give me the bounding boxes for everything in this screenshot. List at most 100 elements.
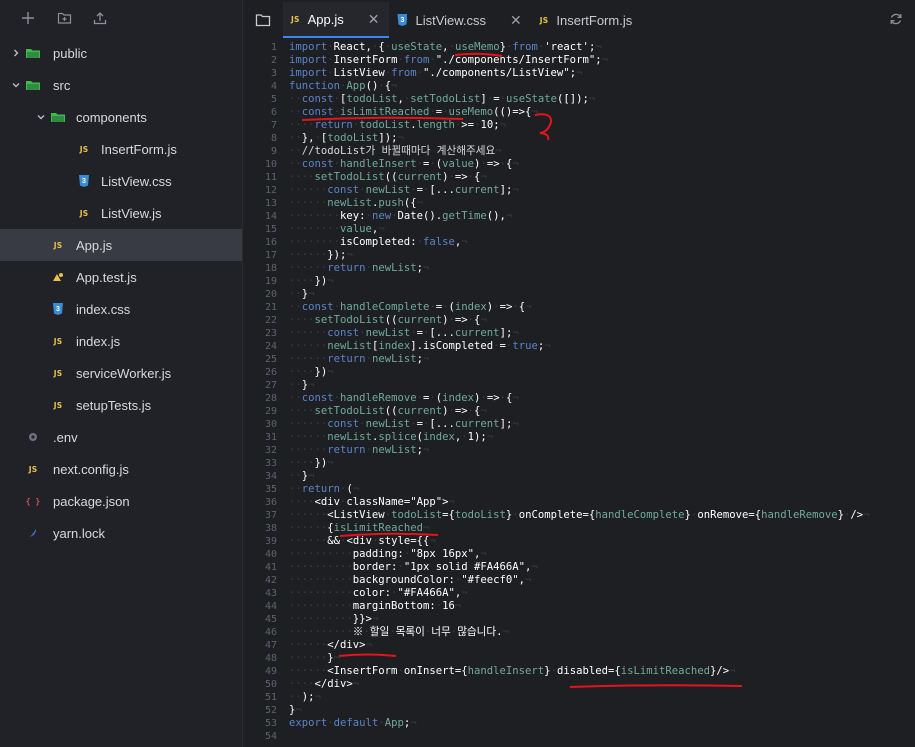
css-file-icon: 3 xyxy=(397,14,408,26)
code-line[interactable]: ··return·(¬ xyxy=(289,483,359,496)
yarn-icon xyxy=(24,525,42,541)
file-tree: public src components JS InsertForm.js 3 ListV… xyxy=(0,37,242,549)
code-line[interactable]: ··const·handleComplete·=·(index)·=>·{¬ xyxy=(289,301,532,314)
tree-item-listview-css[interactable]: 3 ListView.css xyxy=(0,165,242,197)
code-line[interactable]: ··);¬ xyxy=(289,691,321,704)
code-line[interactable]: ······});¬ xyxy=(289,249,353,262)
code-line[interactable]: ··········color:·"#FA466A",¬ xyxy=(289,587,468,600)
tree-item-components[interactable]: components xyxy=(0,101,242,133)
code-line[interactable]: ······&&·<div·style={{¬ xyxy=(289,535,436,548)
code-line[interactable]: ····<div·className="App">¬ xyxy=(289,496,455,509)
code-line[interactable]: ······const·newList·=·[...current];¬ xyxy=(289,184,519,197)
tree-item-next-config-js[interactable]: JS next.config.js xyxy=(0,453,242,485)
refresh-icon[interactable] xyxy=(889,11,905,27)
code-line[interactable]: ··},·[todoList]);¬ xyxy=(289,132,404,145)
tree-item-app-test-js[interactable]: App.test.js xyxy=(0,261,242,293)
upload-icon[interactable] xyxy=(92,10,108,26)
new-file-icon[interactable] xyxy=(20,10,36,26)
chevron-down-icon[interactable] xyxy=(10,79,22,91)
tree-item-src[interactable]: src xyxy=(0,69,242,101)
code-line[interactable]: ······newList.splice(index,·1);¬ xyxy=(289,431,493,444)
code-line[interactable]: ····</div>¬ xyxy=(289,678,359,691)
code-line[interactable]: ····setTodoList((current)·=>·{¬ xyxy=(289,171,487,184)
code-line[interactable]: ······return·newList;¬ xyxy=(289,444,429,457)
tree-item-package-json[interactable]: { } package.json xyxy=(0,485,242,517)
chevron-right-icon[interactable] xyxy=(10,47,22,59)
chevron-down-icon[interactable] xyxy=(35,111,47,123)
code-line[interactable]: ······</div>¬ xyxy=(289,639,372,652)
code-line[interactable]: ··········padding:·"8px 16px",¬ xyxy=(289,548,487,561)
new-folder-icon[interactable] xyxy=(56,10,72,26)
tree-item-yarn-lock[interactable]: yarn.lock xyxy=(0,517,242,549)
tree-item-label: package.json xyxy=(53,493,130,509)
code-line[interactable]: ······newList[index].isCompleted·=·true;… xyxy=(289,340,551,353)
tree-item-index-css[interactable]: 3 index.css xyxy=(0,293,242,325)
tab-app-js[interactable]: JS App.js ✕ xyxy=(283,2,390,38)
close-tab-icon[interactable]: ✕ xyxy=(510,12,522,29)
code-line[interactable]: ······{isLimitReached¬ xyxy=(289,522,429,535)
line-number: 26 xyxy=(264,367,277,378)
line-number: 45 xyxy=(264,614,277,625)
code-line[interactable]: ··}¬ xyxy=(289,379,315,392)
code-line[interactable]: ······return·newList;¬ xyxy=(289,353,429,366)
code-line[interactable]: ········isCompleted:·false,¬ xyxy=(289,236,468,249)
tree-item-listview-js[interactable]: JS ListView.js xyxy=(0,197,242,229)
code-line[interactable]: ········key:·new·Date().getTime(),¬ xyxy=(289,210,512,223)
tab-insertform-js[interactable]: JS InsertForm.js xyxy=(532,2,642,38)
tab-label: ListView.css xyxy=(415,12,487,28)
code-line[interactable]: ····})¬ xyxy=(289,275,334,288)
tree-item-label: components xyxy=(76,109,147,125)
line-number: 11 xyxy=(264,172,277,183)
code-line[interactable]: function·App()·{¬ xyxy=(289,80,398,93)
code-line[interactable]: ··const·isLimitReached·=·useMemo(()=>{¬ xyxy=(289,106,538,119)
code-line[interactable]: ··}¬ xyxy=(289,470,315,483)
code-line[interactable]: import·React,·{·useState,·useMemo}·from·… xyxy=(289,41,602,54)
code-line[interactable]: ····return·todoList.length·>=·10;¬ xyxy=(289,119,506,132)
tree-item-serviceworker-js[interactable]: JS serviceWorker.js xyxy=(0,357,242,389)
code-line[interactable]: ······const·newList·=·[...current];¬ xyxy=(289,327,519,340)
code-line[interactable]: ··const·handleRemove·=·(index)·=>·{¬ xyxy=(289,392,519,405)
code-line[interactable]: ····})¬ xyxy=(289,457,334,470)
code-line[interactable]: import·InsertForm·from·"./components/Ins… xyxy=(289,54,608,67)
code-area[interactable]: 1 import·React,·{·useState,·useMemo}·from… xyxy=(243,40,915,747)
code-line[interactable]: ··········marginBottom:·16¬ xyxy=(289,600,461,613)
line-number: 9 xyxy=(270,146,277,157)
tree-item-index-js[interactable]: JS index.js xyxy=(0,325,242,357)
tab-listview-css[interactable]: 3 ListView.css ✕ xyxy=(389,2,531,38)
code-line[interactable]: ······<ListView·todoList={todoList}·onCo… xyxy=(289,509,870,522)
code-line[interactable]: ··········※·할일·목록이·너무·많습니다.¬ xyxy=(289,626,509,639)
tree-item-public[interactable]: public xyxy=(0,37,242,69)
tab-label: InsertForm.js xyxy=(556,12,633,28)
code-line[interactable]: ······<InsertForm·onInsert={handleInsert… xyxy=(289,665,736,678)
code-line[interactable]: ········value,¬ xyxy=(289,223,385,236)
tree-item-label: yarn.lock xyxy=(53,525,106,541)
code-line[interactable]: ··········border:·"1px solid #FA466A",¬ xyxy=(289,561,538,574)
tree-item-insertform-js[interactable]: JS InsertForm.js xyxy=(0,133,242,165)
code-line[interactable]: ··········backgroundColor:·"#feecf0",¬ xyxy=(289,574,531,587)
code-line[interactable]: ··const·[todoList,·setTodoList]·=·useSta… xyxy=(289,93,595,106)
code-line[interactable]: ··//todoList가 바뀔때마다 계산해주세요¬ xyxy=(289,145,502,158)
tab-label: App.js xyxy=(307,11,344,27)
code-line[interactable]: ······}¬ xyxy=(289,652,340,665)
close-tab-icon[interactable]: ✕ xyxy=(368,11,380,28)
code-line[interactable]: import·ListView·from·"./components/ListV… xyxy=(289,67,582,80)
code-line[interactable]: ······return·newList;¬ xyxy=(289,262,429,275)
js-badge: JS xyxy=(53,368,63,378)
code-line[interactable]: ····})¬ xyxy=(289,366,334,379)
tree-item-app-js[interactable]: JS App.js xyxy=(0,229,242,261)
code-line[interactable]: }¬ xyxy=(289,704,302,717)
code-line[interactable]: ··········}}>¬ xyxy=(289,613,378,626)
code-line[interactable]: ······newList.push({¬ xyxy=(289,197,423,210)
tree-item--env[interactable]: .env xyxy=(0,421,242,453)
js-badge: JS xyxy=(79,144,89,154)
explorer-toggle-icon[interactable] xyxy=(243,0,283,40)
code-line[interactable]: ··const·handleInsert·=·(value)·=>·{¬ xyxy=(289,158,519,171)
tree-item-setuptests-js[interactable]: JS setupTests.js xyxy=(0,389,242,421)
line-number: 53 xyxy=(264,718,277,729)
code-line[interactable]: ····setTodoList((current)·=>·{¬ xyxy=(289,314,487,327)
js-badge: JS xyxy=(53,400,63,410)
code-line[interactable]: ··}¬ xyxy=(289,288,315,301)
code-line[interactable]: ····setTodoList((current)·=>·{¬ xyxy=(289,405,487,418)
code-line[interactable]: export·default·App;¬ xyxy=(289,717,417,730)
code-line[interactable]: ······const·newList·=·[...current];¬ xyxy=(289,418,519,431)
